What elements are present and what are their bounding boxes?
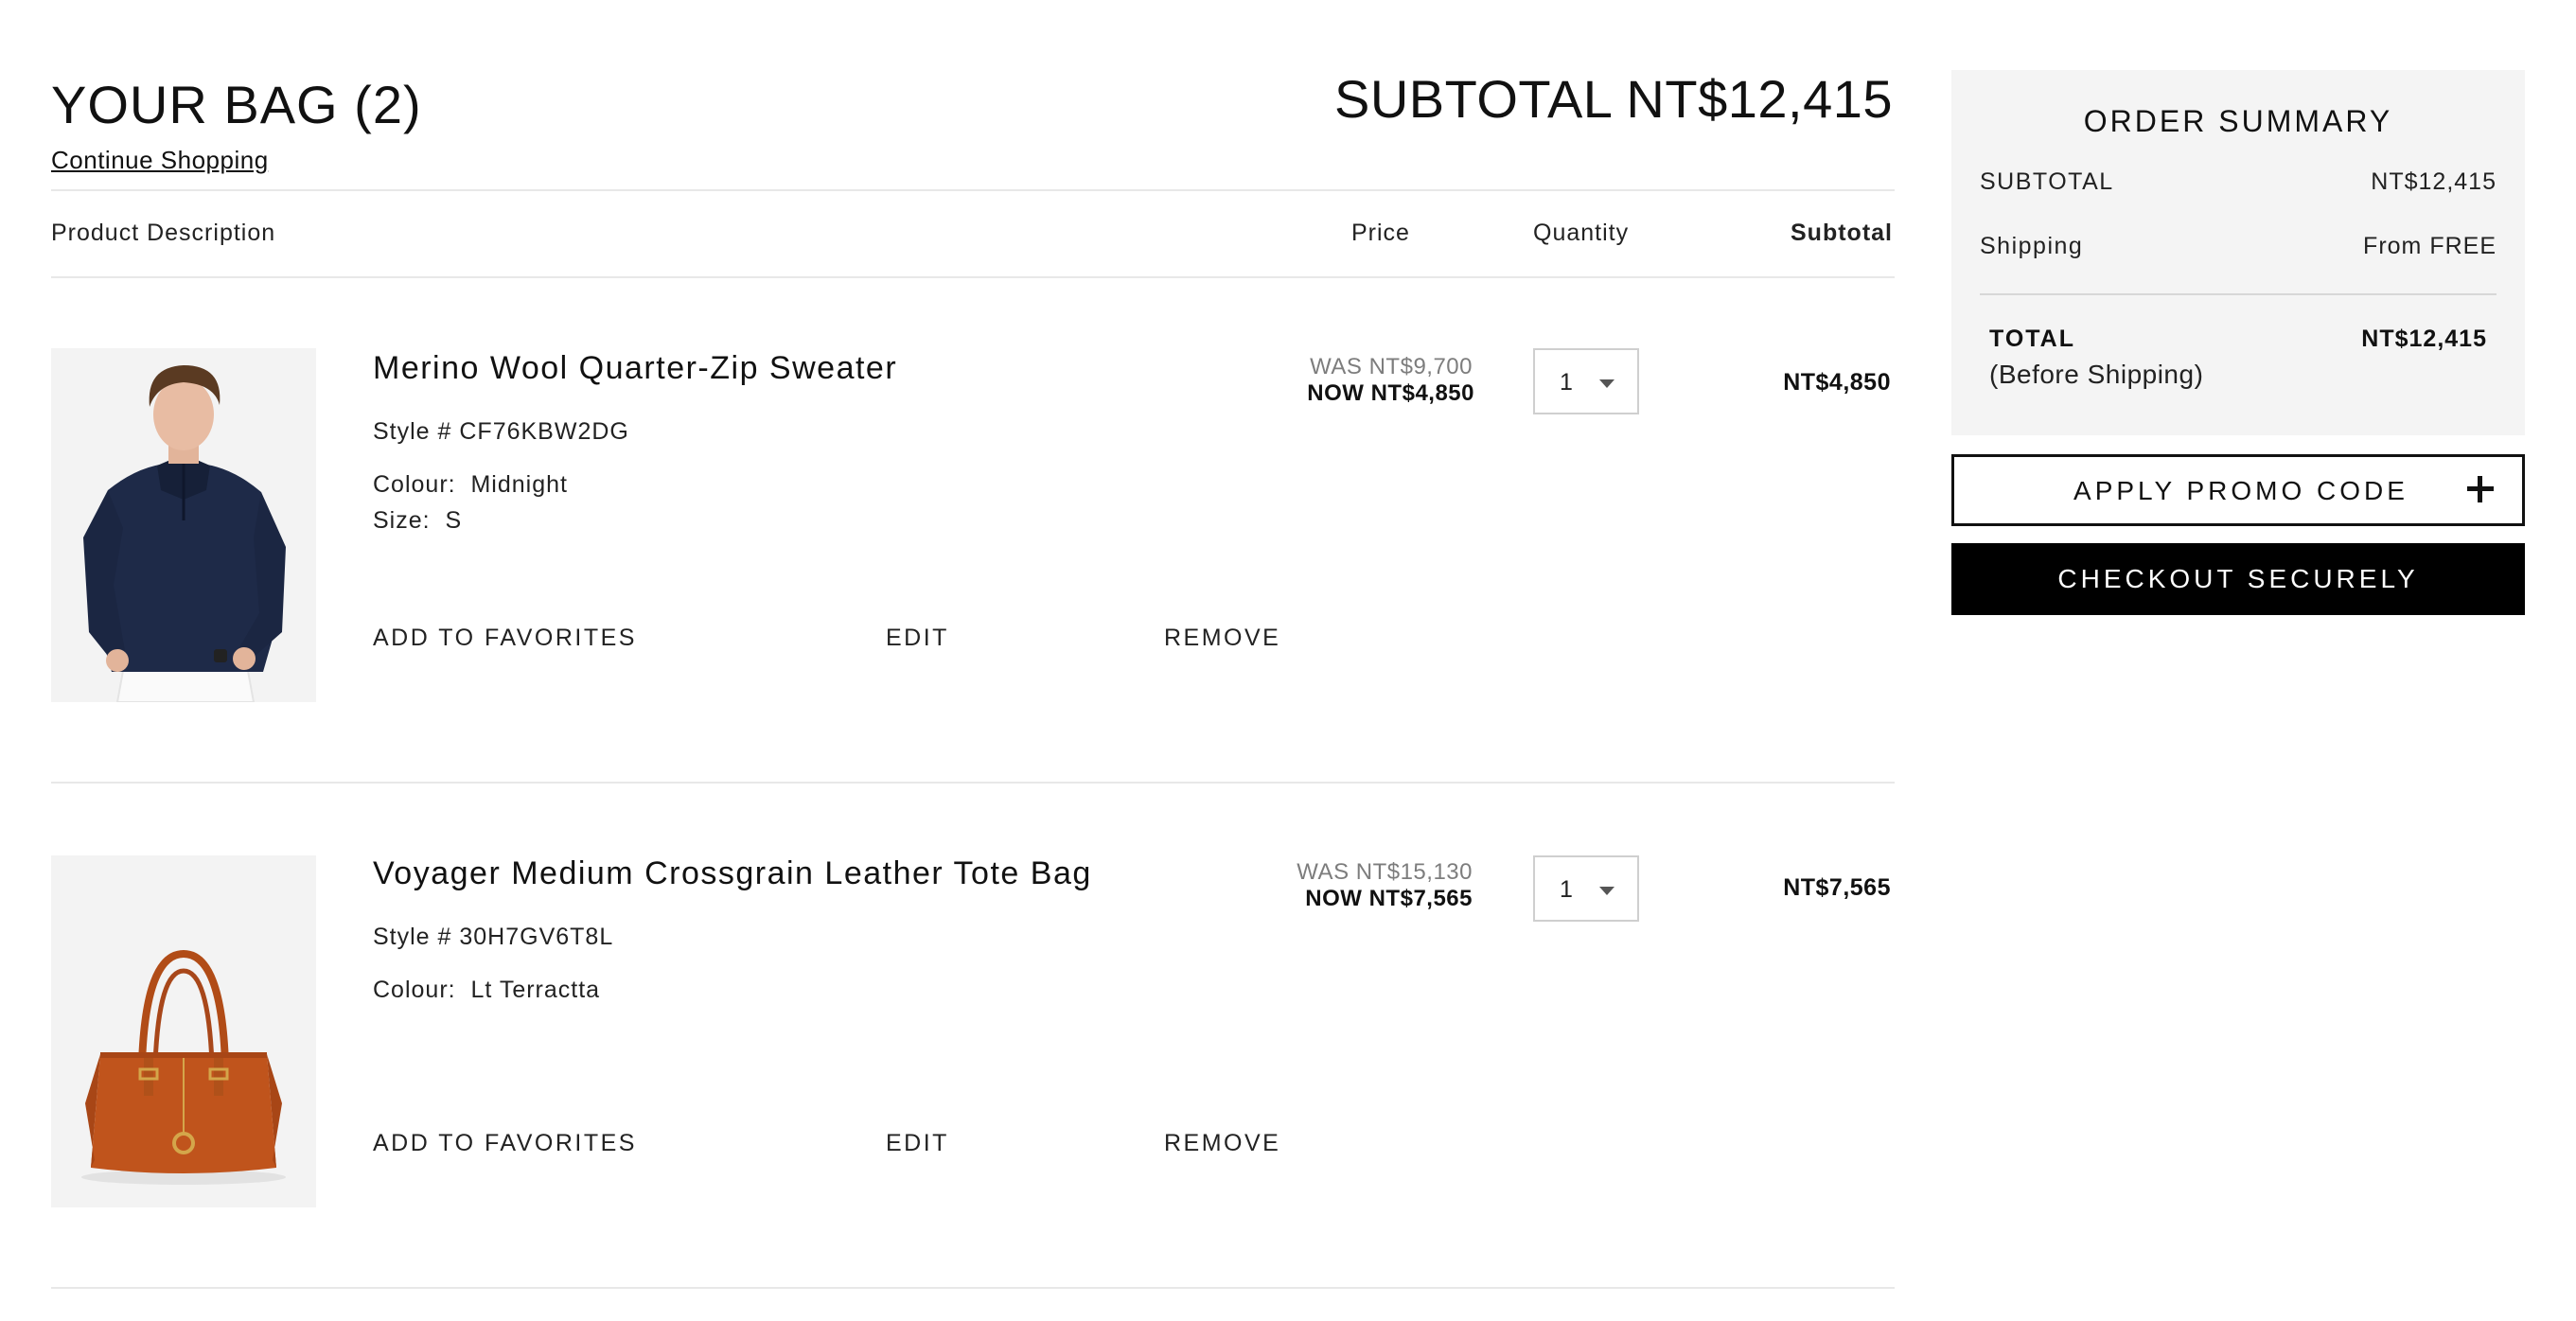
was-price: WAS NT$9,700 xyxy=(1310,354,1473,379)
summary-divider xyxy=(1980,293,2497,295)
checkout-label: CHECKOUT SECURELY xyxy=(2057,564,2419,593)
summary-shipping-value: From FREE xyxy=(2363,233,2497,259)
plus-icon xyxy=(2467,476,2494,502)
order-summary-panel: ORDER SUMMARY SUBTOTAL NT$12,415 Shippin… xyxy=(1951,70,2525,435)
quantity-value: 1 xyxy=(1560,876,1573,903)
continue-shopping-link[interactable]: Continue Shopping xyxy=(51,146,269,175)
was-price: WAS NT$15,130 xyxy=(1297,859,1473,885)
sweater-model-illustration xyxy=(51,348,316,702)
column-header-description: Product Description xyxy=(51,220,276,246)
divider xyxy=(51,189,1895,191)
summary-subtotal-value: NT$12,415 xyxy=(2371,168,2497,195)
summary-subtotal-label: SUBTOTAL xyxy=(1980,168,2114,195)
product-image-tote-bag[interactable] xyxy=(51,855,316,1207)
column-header-price: Price xyxy=(1351,220,1410,246)
now-price: NOW NT$7,565 xyxy=(1305,886,1473,911)
divider xyxy=(51,276,1895,278)
apply-promo-code-button[interactable]: APPLY PROMO CODE xyxy=(1951,454,2525,526)
page-title: YOUR BAG (2) xyxy=(51,75,422,134)
divider xyxy=(51,782,1895,784)
summary-total-label: TOTAL xyxy=(1989,326,2076,352)
caret-down-icon xyxy=(1599,887,1614,895)
quantity-value: 1 xyxy=(1560,369,1573,396)
product-size: Size: S xyxy=(373,507,463,534)
edit-button[interactable]: EDIT xyxy=(886,625,949,652)
caret-down-icon xyxy=(1599,379,1614,388)
edit-button[interactable]: EDIT xyxy=(886,1130,949,1157)
remove-button[interactable]: REMOVE xyxy=(1164,1130,1280,1157)
row-subtotal: NT$7,565 xyxy=(1783,874,1891,901)
add-to-favorites-button[interactable]: ADD TO FAVORITES xyxy=(373,1130,637,1157)
summary-shipping-label: Shipping xyxy=(1980,233,2084,259)
add-to-favorites-button[interactable]: ADD TO FAVORITES xyxy=(373,625,637,652)
product-image-sweater[interactable] xyxy=(51,348,316,702)
product-style: Style # 30H7GV6T8L xyxy=(373,924,614,950)
now-price: NOW NT$4,850 xyxy=(1307,380,1474,406)
summary-total-value: NT$12,415 xyxy=(2361,326,2487,352)
quantity-select[interactable]: 1 xyxy=(1533,348,1639,414)
divider xyxy=(51,1287,1895,1289)
quantity-select[interactable]: 1 xyxy=(1533,855,1639,922)
promo-label: APPLY PROMO CODE xyxy=(2073,476,2408,505)
product-colour: Colour: Midnight xyxy=(373,471,568,498)
remove-button[interactable]: REMOVE xyxy=(1164,625,1280,652)
product-colour: Colour: Lt Terractta xyxy=(373,977,601,1003)
header-subtotal: SUBTOTAL NT$12,415 xyxy=(1334,69,1893,129)
product-style: Style # CF76KBW2DG xyxy=(373,418,629,445)
column-header-subtotal: Subtotal xyxy=(1791,220,1893,246)
summary-total-note: (Before Shipping) xyxy=(1989,360,2204,389)
product-name[interactable]: Merino Wool Quarter-Zip Sweater xyxy=(373,350,897,387)
order-summary-title: ORDER SUMMARY xyxy=(2083,104,2393,138)
row-subtotal: NT$4,850 xyxy=(1783,369,1891,396)
column-header-quantity: Quantity xyxy=(1533,220,1630,246)
tote-bag-illustration xyxy=(51,855,316,1207)
product-name[interactable]: Voyager Medium Crossgrain Leather Tote B… xyxy=(373,855,1092,892)
checkout-button[interactable]: CHECKOUT SECURELY xyxy=(1951,543,2525,615)
